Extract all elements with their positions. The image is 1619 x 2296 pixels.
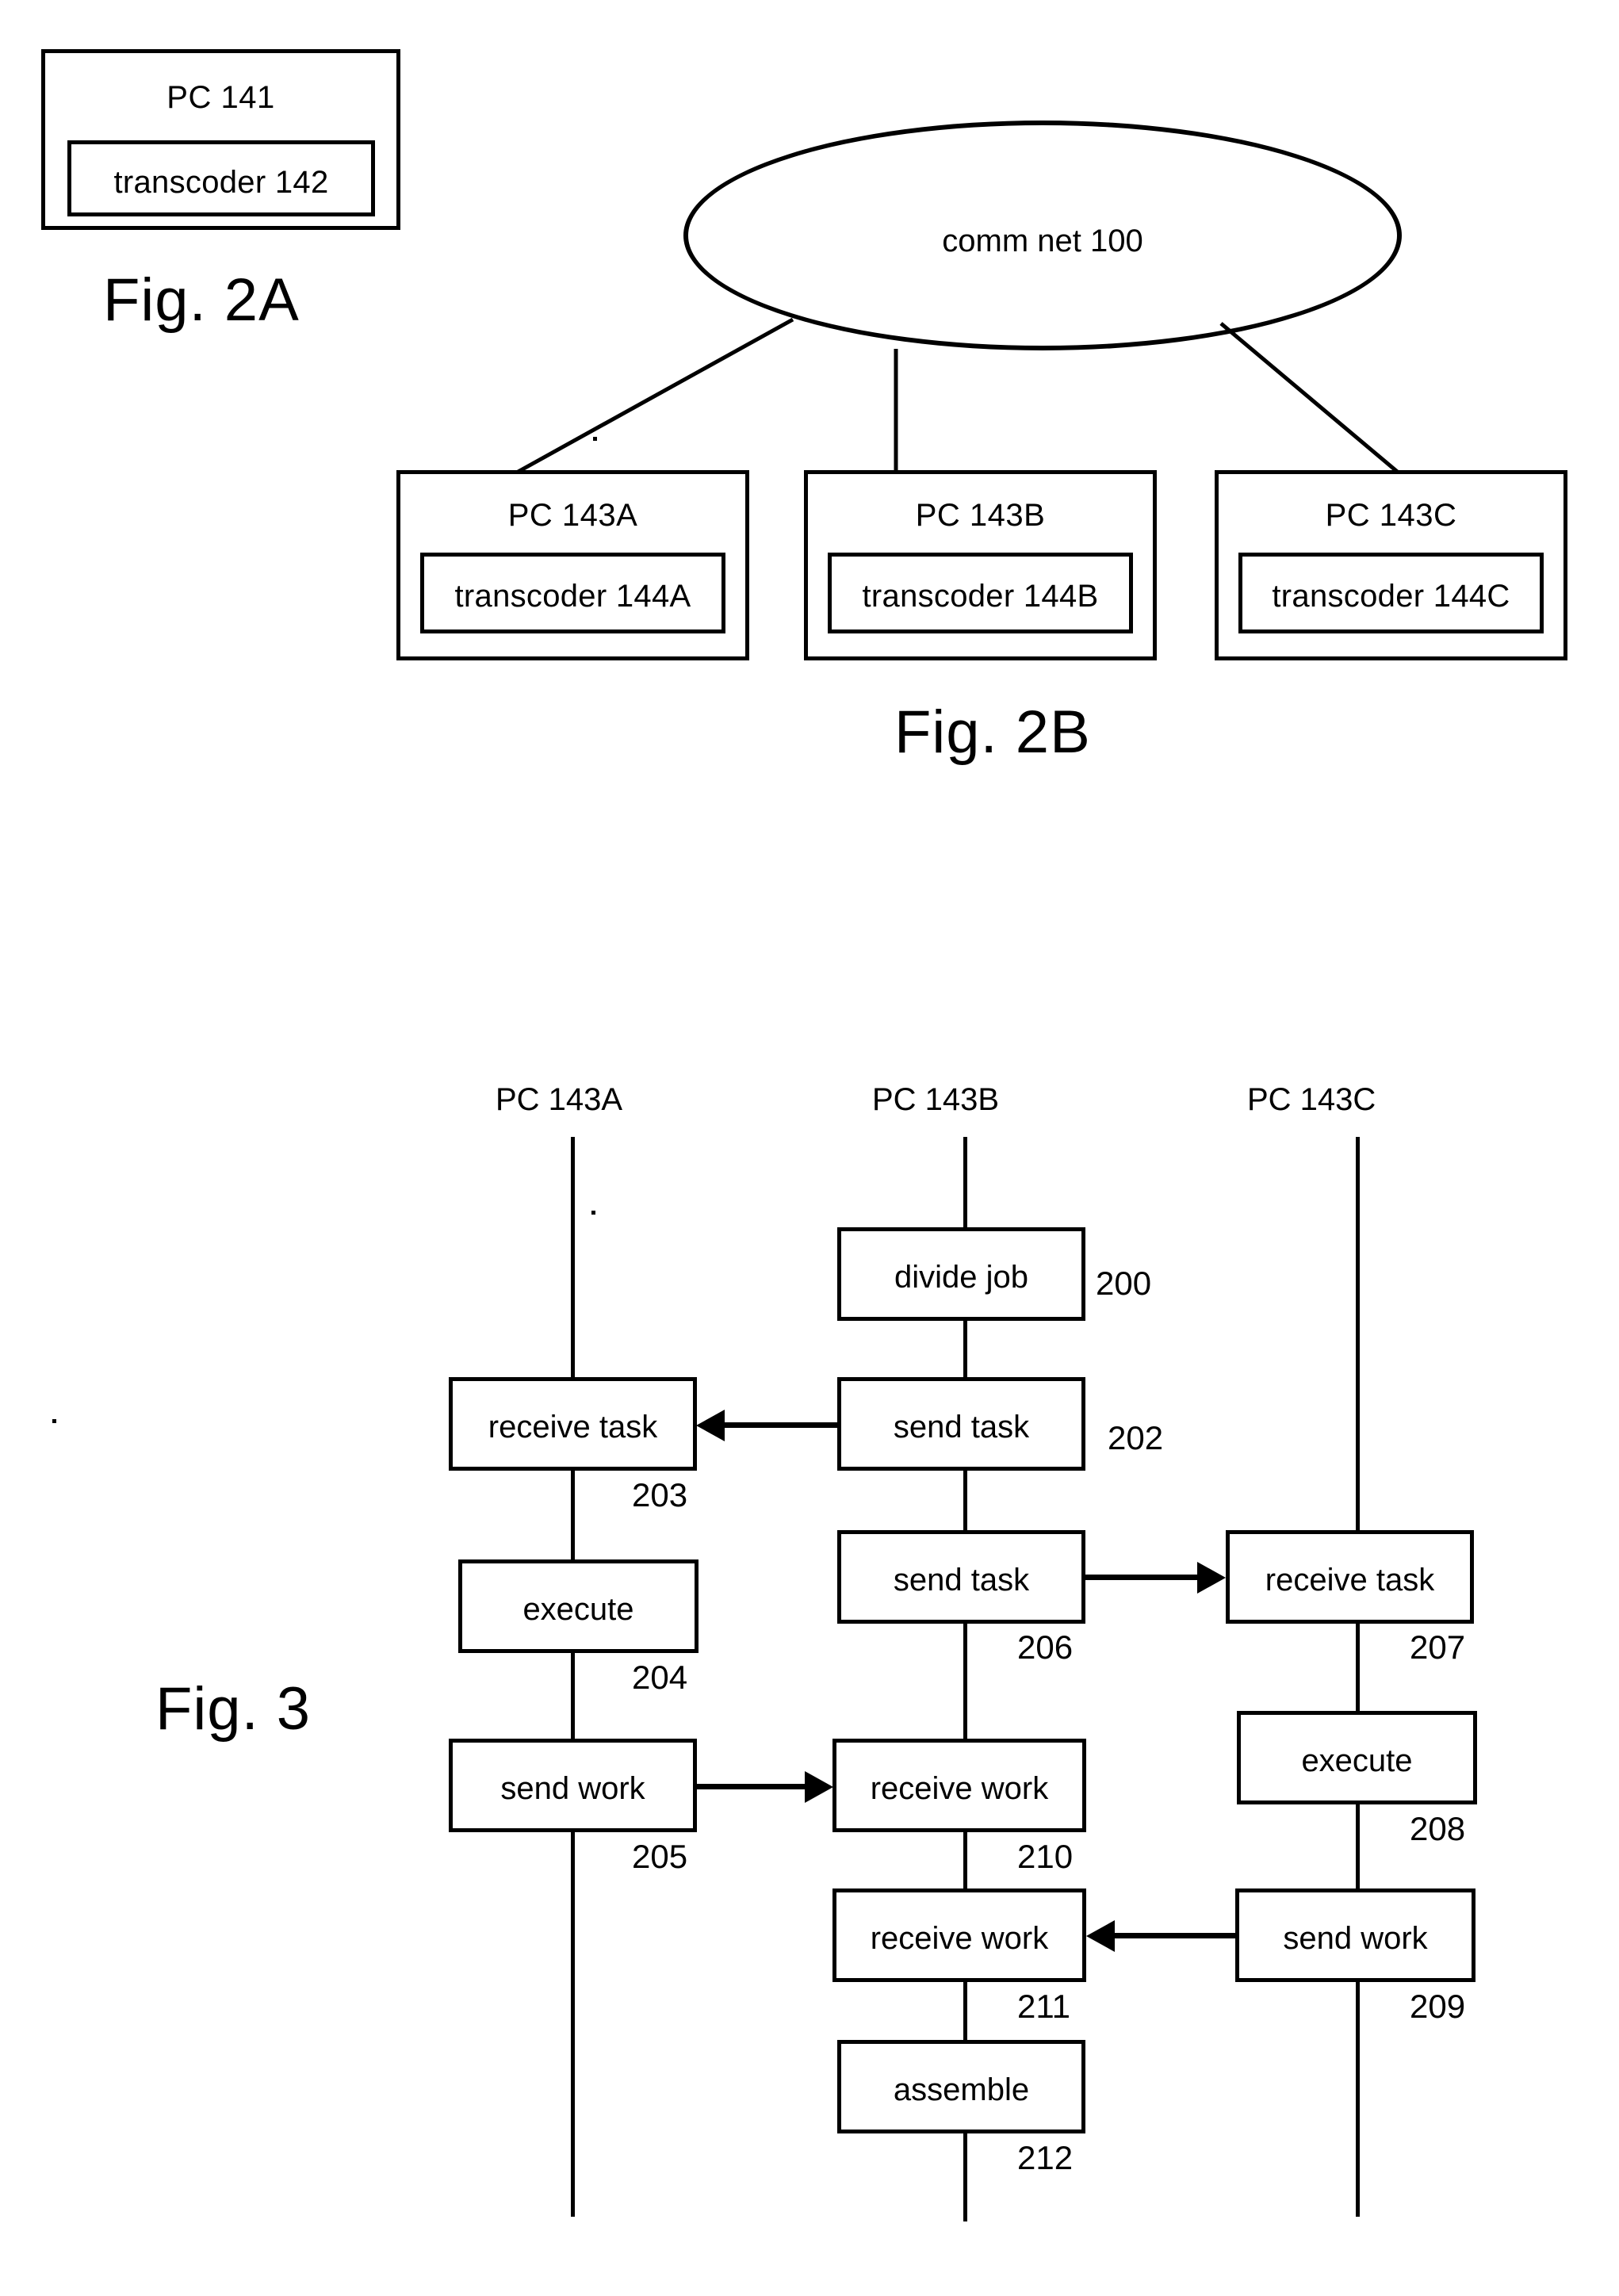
step-label-assemble-212: assemble [893, 2072, 1030, 2107]
pc-143c-label: PC 143C [1325, 498, 1457, 533]
step-box-divide-job: divide job [837, 1227, 1085, 1321]
transcoder-144a-label: transcoder 144A [454, 579, 691, 614]
step-box-assemble-212: assemble [837, 2040, 1085, 2133]
step-box-send-task-206: send task [837, 1530, 1085, 1624]
step-box-execute-204: execute [458, 1559, 699, 1653]
step-box-receive-task-203: receive task [449, 1377, 697, 1471]
step-ref-210: 210 [1017, 1838, 1074, 1875]
message-arrow-206-to-207 [1085, 1575, 1197, 1580]
step-label-execute-208: execute [1301, 1743, 1413, 1778]
step-box-execute-208: execute [1237, 1711, 1477, 1804]
step-label-receive-work-211: receive work [870, 1921, 1049, 1956]
step-ref-207: 207 [1410, 1628, 1466, 1666]
step-box-send-work-209: send work [1235, 1888, 1475, 1982]
step-ref-200: 200 [1096, 1265, 1152, 1302]
pc-141-label: PC 141 [166, 80, 275, 115]
message-arrow-205-to-210 [697, 1784, 805, 1789]
transcoder-142-label: transcoder 142 [113, 165, 329, 200]
pc-143a-label: PC 143A [507, 498, 638, 533]
step-box-send-task-202: send task [837, 1377, 1085, 1471]
lifeline-pc-143a [571, 1137, 575, 2217]
step-ref-208: 208 [1410, 1810, 1466, 1847]
step-box-receive-task-207: receive task [1226, 1530, 1474, 1624]
step-label-send-task-206: send task [893, 1563, 1030, 1598]
step-ref-202: 202 [1108, 1419, 1164, 1456]
step-ref-203: 203 [632, 1476, 688, 1513]
step-label-receive-task-207: receive task [1265, 1563, 1435, 1598]
scan-speck [591, 1211, 595, 1215]
fig-2b-caption: Fig. 2B [894, 698, 1091, 766]
step-ref-211: 211 [1017, 1988, 1070, 2025]
pc-143b-label: PC 143B [915, 498, 1046, 533]
step-label-execute-204: execute [522, 1592, 634, 1627]
scan-speck [52, 1419, 56, 1423]
step-label-receive-task-203: receive task [488, 1410, 658, 1445]
step-ref-212: 212 [1017, 2139, 1074, 2176]
message-arrowhead-209-to-211 [1086, 1920, 1115, 1952]
lifeline-header-pc-143b: PC 143B [872, 1082, 1000, 1117]
step-label-receive-work-210: receive work [870, 1771, 1049, 1806]
step-label-divide-job: divide job [894, 1260, 1028, 1295]
step-ref-204: 204 [632, 1659, 688, 1696]
step-label-send-task-202: send task [893, 1410, 1030, 1445]
step-label-send-work-209: send work [1283, 1921, 1428, 1956]
transcoder-144c-label: transcoder 144C [1272, 579, 1510, 614]
message-arrow-202-to-203 [725, 1422, 839, 1428]
message-arrowhead-202-to-203 [696, 1410, 725, 1441]
step-label-send-work-205: send work [500, 1771, 645, 1806]
lifeline-header-pc-143c: PC 143C [1247, 1082, 1376, 1117]
step-box-receive-work-211: receive work [832, 1888, 1086, 1982]
comm-net-100-label: comm net 100 [942, 224, 1143, 258]
transcoder-144a-box: transcoder 144A [420, 553, 725, 633]
step-ref-209: 209 [1410, 1988, 1466, 2025]
step-ref-206: 206 [1017, 1628, 1074, 1666]
lifeline-header-pc-143a: PC 143A [496, 1082, 623, 1117]
message-arrow-209-to-211 [1115, 1933, 1235, 1938]
comm-net-100-ellipse: comm net 100 [683, 121, 1402, 350]
step-box-send-work-205: send work [449, 1739, 697, 1832]
transcoder-142-box: transcoder 142 [67, 140, 375, 216]
transcoder-144b-box: transcoder 144B [828, 553, 1133, 633]
step-ref-205: 205 [632, 1838, 688, 1875]
fig-2a-caption: Fig. 2A [103, 266, 300, 334]
lifeline-pc-143c [1356, 1137, 1360, 2217]
fig-3-caption: Fig. 3 [155, 1675, 312, 1743]
step-box-receive-work-210: receive work [832, 1739, 1086, 1832]
message-arrowhead-206-to-207 [1197, 1562, 1226, 1594]
scan-speck [593, 437, 597, 441]
message-arrowhead-205-to-210 [805, 1771, 833, 1803]
transcoder-144b-label: transcoder 144B [862, 579, 1099, 614]
transcoder-144c-box: transcoder 144C [1238, 553, 1544, 633]
